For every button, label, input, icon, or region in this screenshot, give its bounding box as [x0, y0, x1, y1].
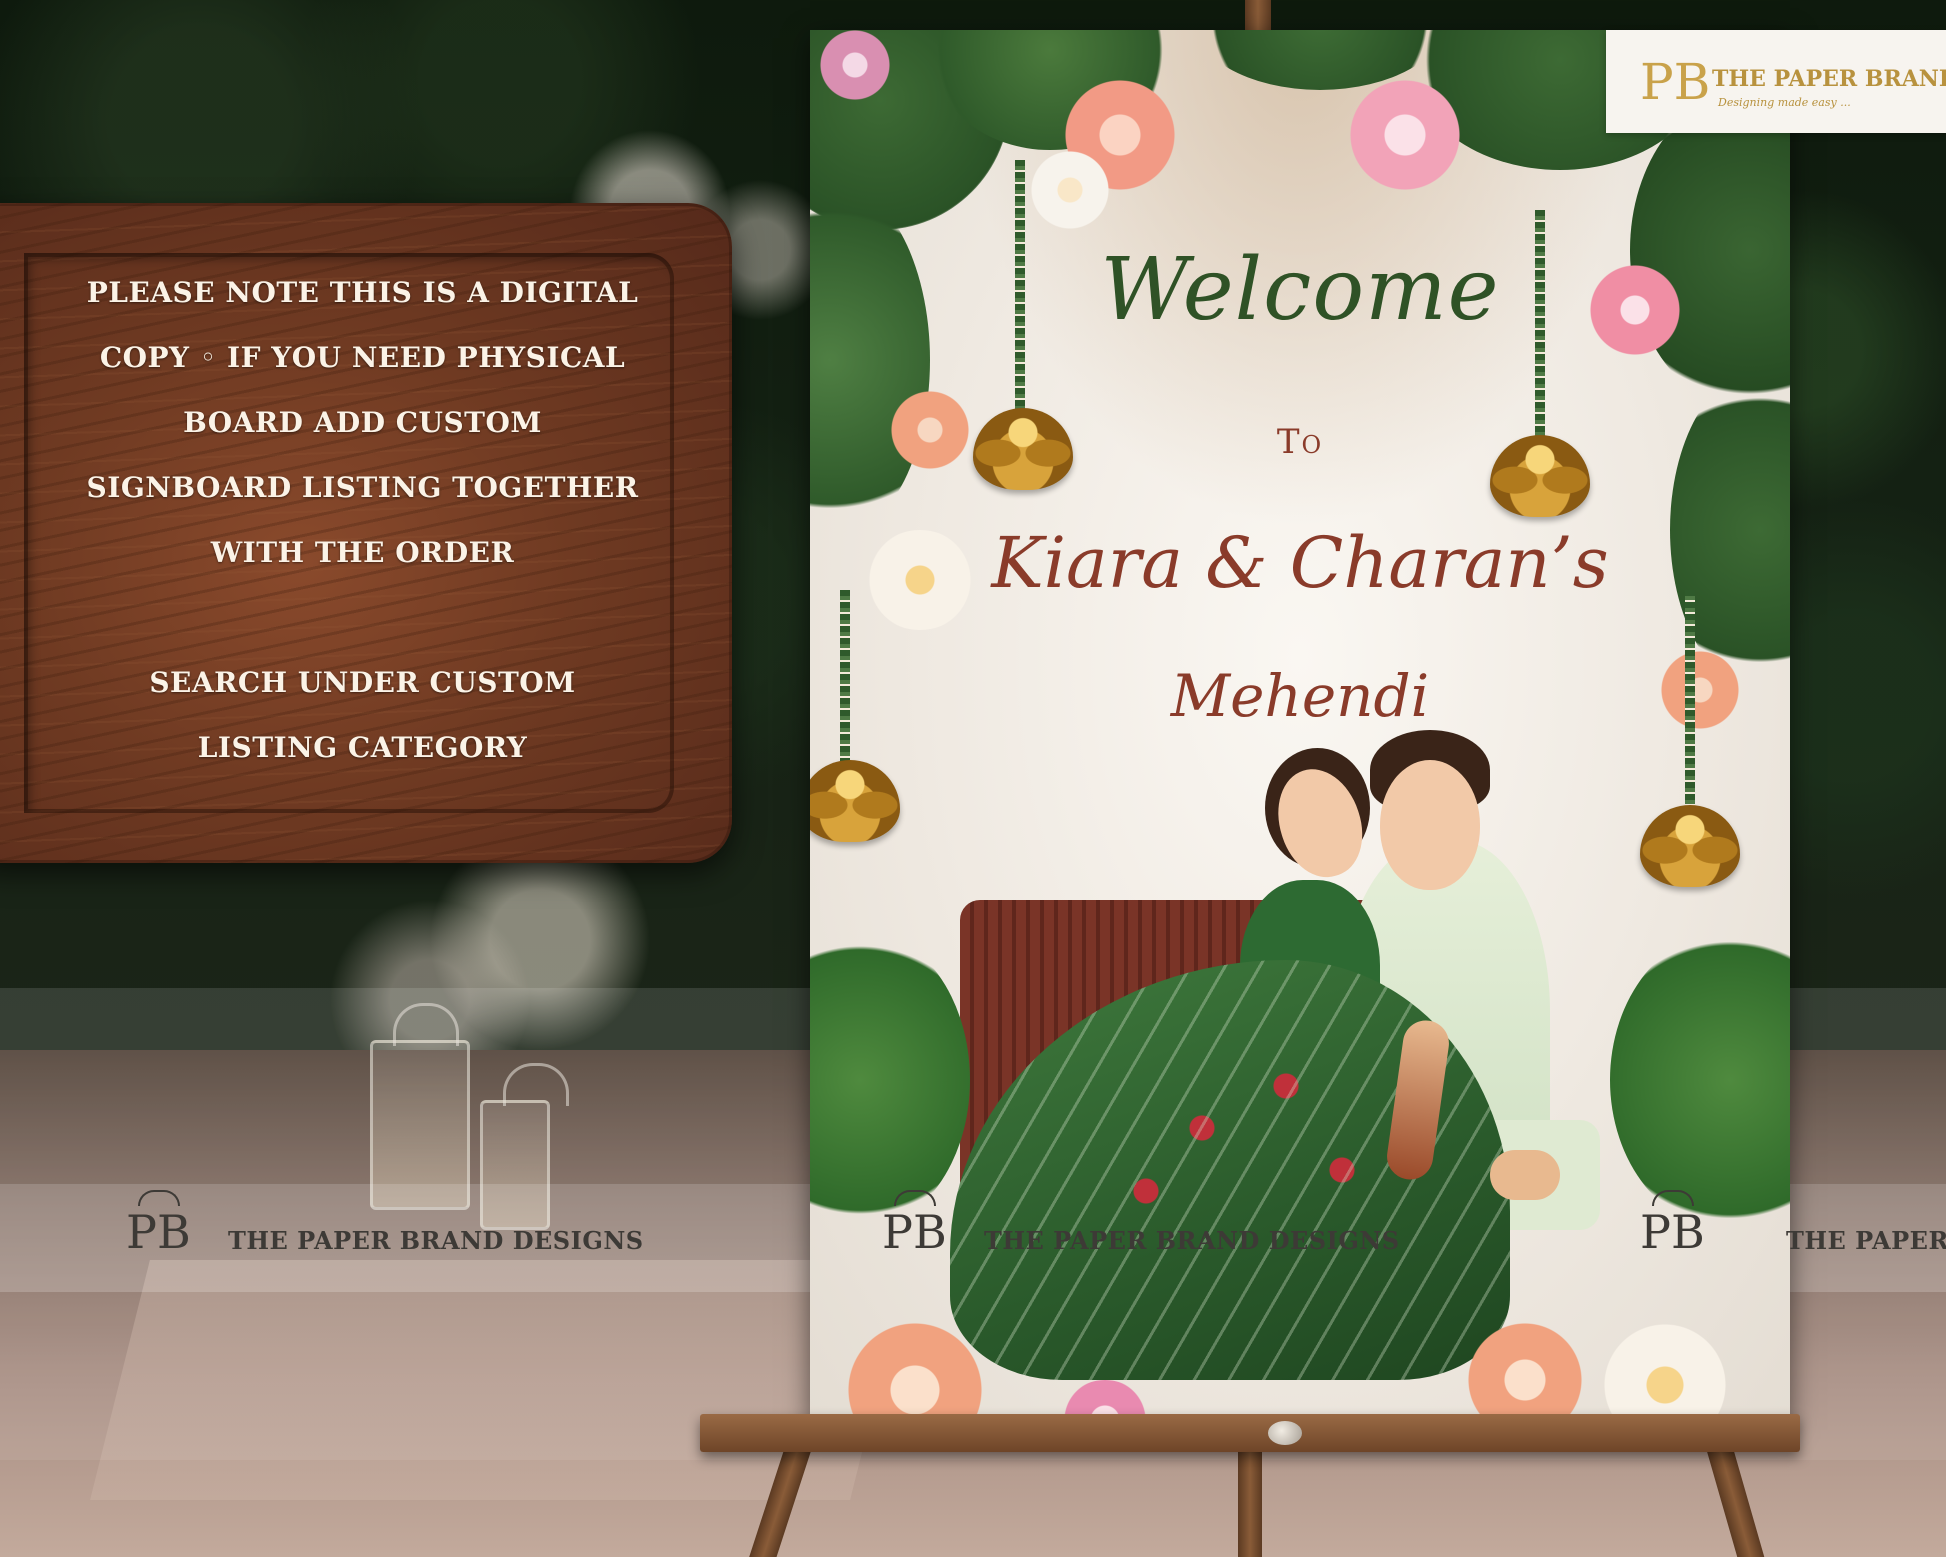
brand-monogram: PB	[1640, 53, 1711, 111]
easel-knob	[1268, 1421, 1302, 1445]
watermark-monogram: PB	[882, 1190, 947, 1268]
watermark-text: THE PAPER BRAND DESIGNS	[228, 1226, 644, 1255]
note-line: SEARCH UNDER CUSTOM	[149, 666, 576, 699]
note-line: WITH THE ORDER	[210, 536, 515, 569]
brand-tagline: Designing made easy ...	[1718, 96, 1851, 109]
note-line: BOARD ADD CUSTOM	[183, 406, 542, 439]
watermark: PB THE PAPER BRAND DESIGNS	[126, 1190, 646, 1286]
note-line: LISTING CATEGORY	[197, 731, 528, 764]
brand-logo-badge: PB THE PAPER BRAND Designing made easy .…	[1606, 30, 1946, 133]
easel-ledge	[700, 1414, 1800, 1452]
digital-copy-note: PLEASE NOTE THIS IS A DIGITAL COPY ◦ IF …	[50, 260, 675, 780]
watermark: PB THE PAPER BRAND DESIGNS	[882, 1190, 1402, 1286]
watermark-text: THE PAPER BRAND	[1786, 1226, 1946, 1255]
note-line: SIGNBOARD LISTING TOGETHER	[86, 471, 639, 504]
note-spacer	[50, 585, 675, 650]
groom-face	[1380, 760, 1480, 890]
watermark: PB THE PAPER BRAND	[1640, 1190, 1946, 1286]
brand-name: THE PAPER BRAND	[1712, 66, 1946, 92]
note-line: COPY ◦ IF YOU NEED PHYSICAL	[99, 341, 626, 374]
watermark-text: THE PAPER BRAND DESIGNS	[984, 1226, 1400, 1255]
note-line: PLEASE NOTE THIS IS A DIGITAL	[86, 276, 639, 309]
groom-hand	[1490, 1150, 1560, 1200]
watermark-monogram: PB	[1640, 1190, 1705, 1268]
watermark-monogram: PB	[126, 1190, 191, 1268]
